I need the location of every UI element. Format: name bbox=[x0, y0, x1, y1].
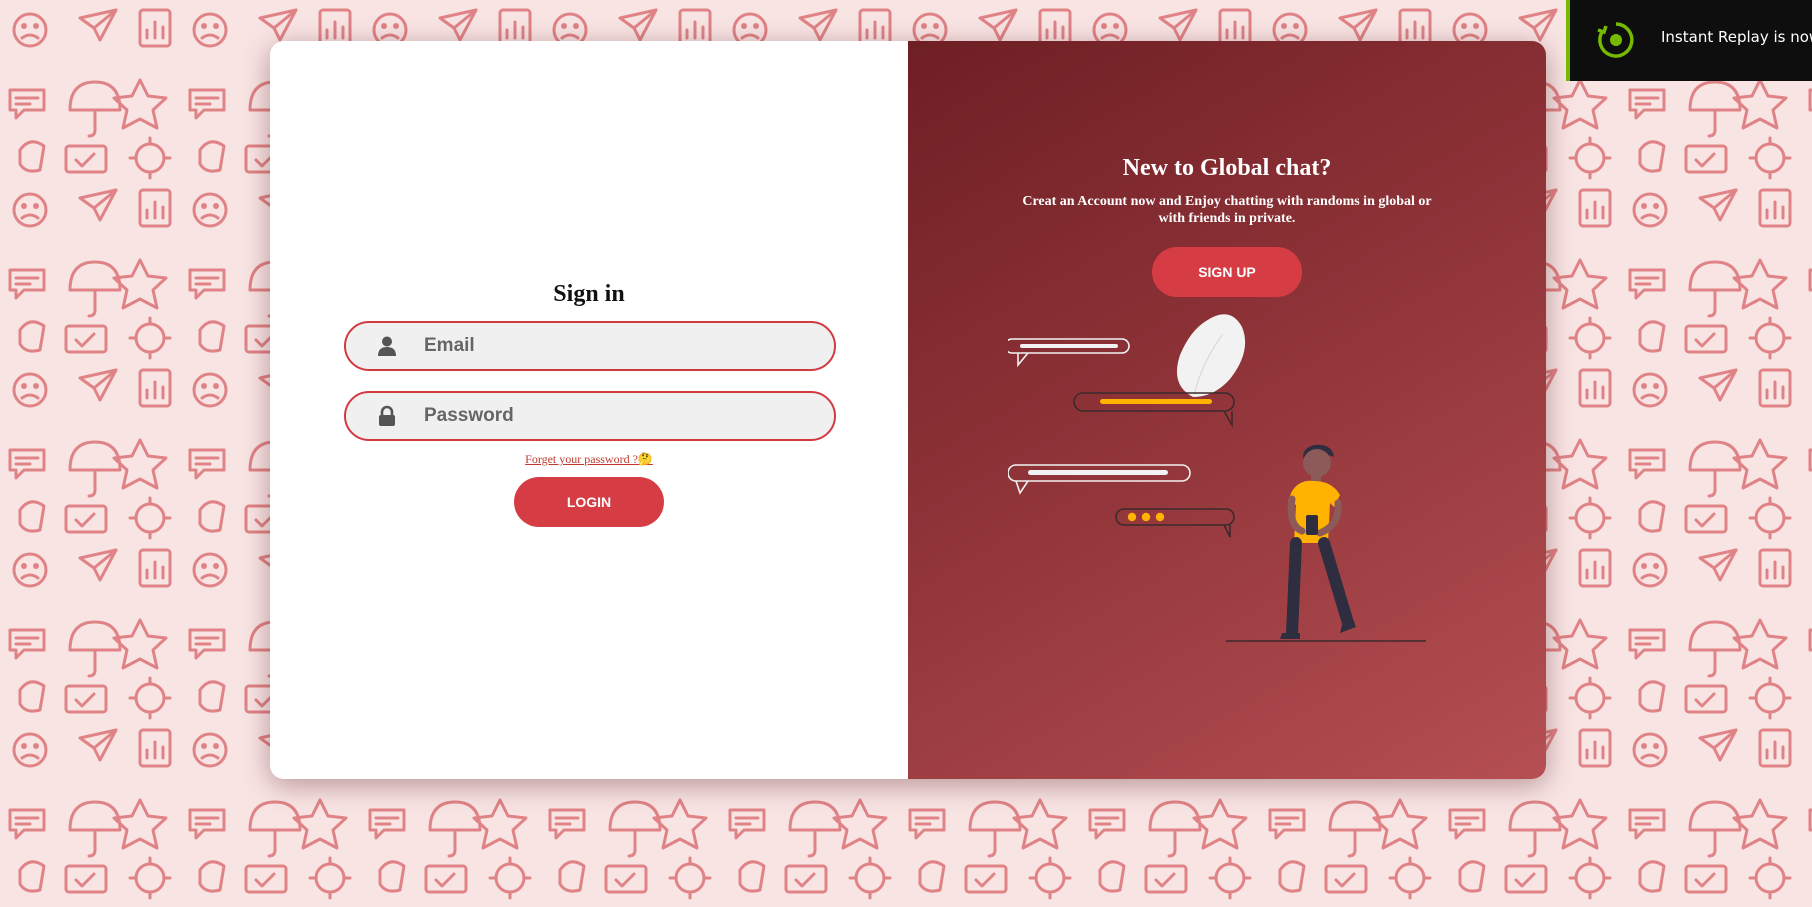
signin-panel: Sign in Forget your password ?🤔 LOGIN bbox=[270, 41, 908, 779]
signup-panel: New to Global chat? Creat an Account now… bbox=[908, 41, 1546, 779]
signup-panel-title: New to Global chat? bbox=[1122, 155, 1332, 181]
email-input[interactable] bbox=[424, 323, 824, 369]
chat-bubble-1 bbox=[1008, 338, 1130, 368]
toast-message: Instant Replay is now on bbox=[1661, 28, 1812, 46]
signup-button[interactable]: SIGN UP bbox=[1152, 247, 1302, 297]
chat-illustration bbox=[1008, 314, 1426, 642]
instant-replay-icon bbox=[1597, 22, 1634, 58]
chat-bubble-3 bbox=[1008, 464, 1191, 495]
person-figure bbox=[1280, 444, 1356, 639]
signin-title: Sign in bbox=[553, 281, 625, 307]
leaf-shape bbox=[1176, 314, 1246, 397]
login-button[interactable]: LOGIN bbox=[514, 477, 664, 527]
email-field[interactable] bbox=[344, 321, 836, 371]
user-icon bbox=[378, 336, 396, 356]
lock-icon bbox=[379, 405, 395, 426]
chat-bubble-2 bbox=[1073, 392, 1235, 429]
auth-card: Sign in Forget your password ?🤔 LOGIN Ne… bbox=[270, 41, 1546, 779]
signup-panel-description: Creat an Account now and Enjoy chatting … bbox=[1022, 194, 1432, 226]
password-input[interactable] bbox=[424, 393, 824, 439]
forgot-password-link[interactable]: Forget your password ?🤔 bbox=[270, 452, 908, 467]
chat-bubble-typing bbox=[1115, 508, 1235, 538]
password-field[interactable] bbox=[344, 391, 836, 441]
instant-replay-toast: Instant Replay is now on bbox=[1566, 0, 1812, 81]
